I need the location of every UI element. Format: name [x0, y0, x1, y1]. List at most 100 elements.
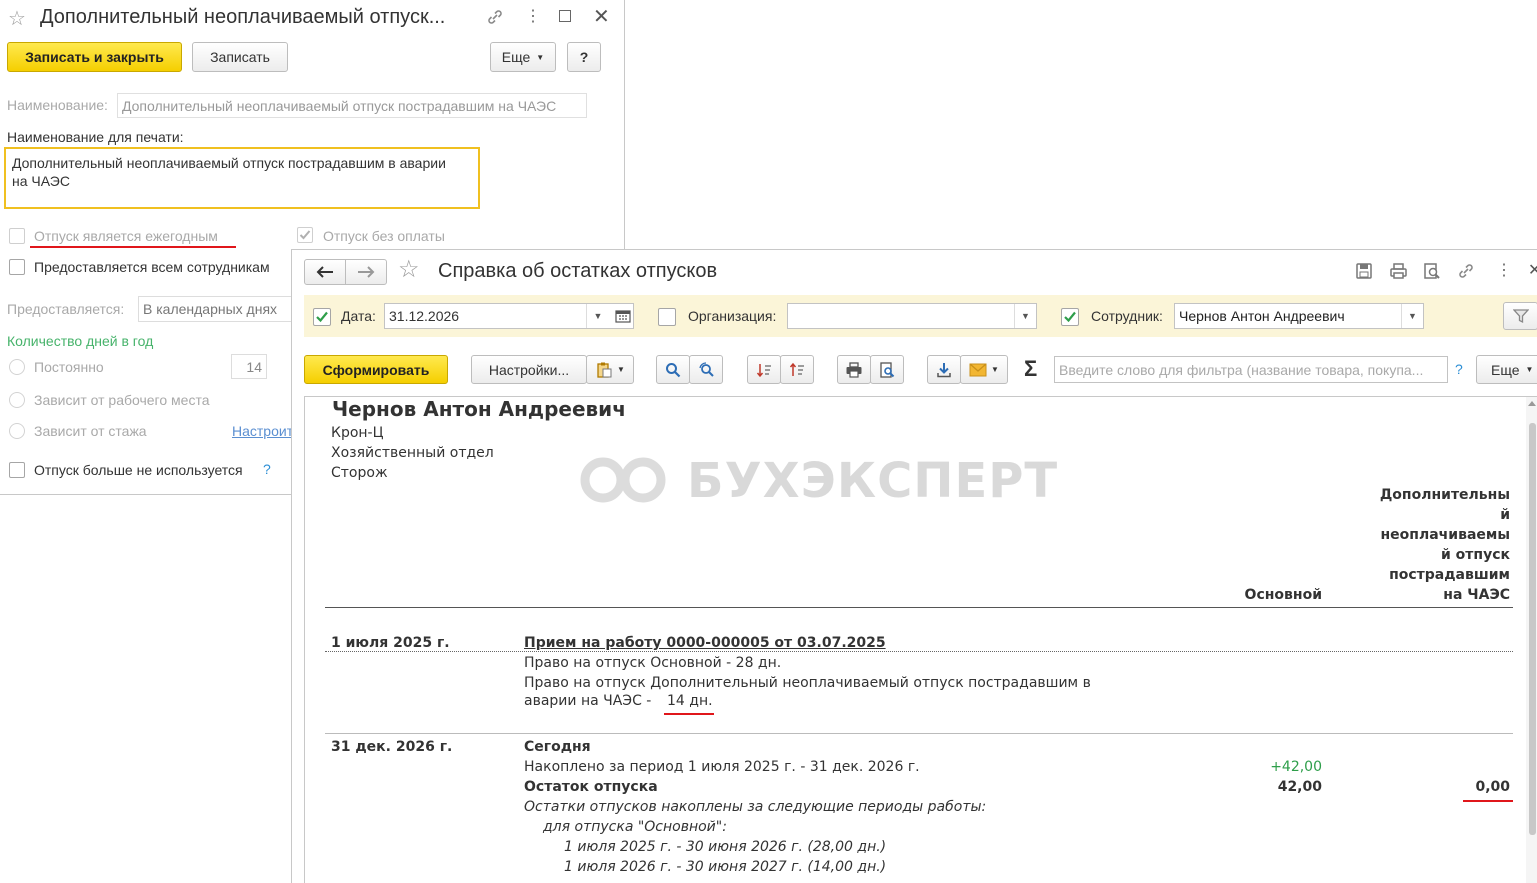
balance-extra-underline — [1463, 800, 1513, 802]
back-button[interactable] — [304, 259, 346, 285]
left-form-title: Дополнительный неоплачиваемый отпуск... — [40, 6, 446, 28]
annual-checkbox[interactable] — [9, 228, 25, 244]
report-more-vertical-icon[interactable]: ⋮ — [1496, 260, 1512, 280]
row2-balance-main: 42,00 — [1277, 779, 1322, 795]
report-position: Сторож — [331, 465, 388, 481]
sum-icon[interactable]: Σ — [1024, 356, 1037, 382]
more-button-label: Еще — [501, 49, 531, 65]
chevron-down-icon: ▼ — [617, 365, 625, 374]
variants-button[interactable]: ▼ — [586, 355, 634, 384]
arrow-left-icon — [316, 266, 333, 278]
col-header-extra-line: й отпуск — [1440, 547, 1510, 563]
check-icon — [299, 230, 311, 240]
employee-checkbox[interactable] — [1061, 308, 1079, 326]
preview-icon[interactable] — [1423, 262, 1441, 283]
name-label: Наименование: — [7, 97, 108, 113]
expand-groups-button[interactable] — [747, 355, 781, 384]
download-icon — [937, 362, 951, 377]
save-disk-icon[interactable] — [1355, 262, 1373, 283]
row2-for-main: для отпуска "Основной": — [543, 819, 727, 835]
print-name-line2: на ЧАЭС — [12, 173, 70, 189]
header-separator — [325, 607, 1513, 608]
generate-button[interactable]: Сформировать — [304, 355, 448, 384]
row2-note: Остатки отпусков накоплены за следующие … — [524, 799, 987, 815]
favorite-star-icon[interactable]: ☆ — [8, 6, 26, 31]
scrollbar-thumb[interactable] — [1529, 423, 1536, 835]
radio-workplace-label: Зависит от рабочего места — [34, 392, 210, 408]
print-icon[interactable] — [1389, 262, 1408, 283]
date-field[interactable]: 31.12.2026 ▼ — [384, 303, 634, 329]
save-button[interactable]: Записать — [192, 42, 288, 72]
row2-period2: 1 июля 2026 г. - 30 июня 2027 г. (14,00 … — [564, 859, 887, 875]
radio-constant[interactable] — [9, 359, 25, 375]
col-header-extra-line: Дополнительны — [1379, 487, 1510, 503]
name-field[interactable]: Дополнительный неоплачиваемый отпуск пос… — [117, 93, 587, 118]
date-value: 31.12.2026 — [389, 308, 460, 324]
print-name-textarea[interactable]: Дополнительный неоплачиваемый отпуск пос… — [4, 147, 480, 209]
unpaid-checkbox-label: Отпуск без оплаты — [323, 228, 445, 244]
forward-button[interactable] — [345, 259, 387, 285]
employee-label: Сотрудник: — [1091, 308, 1163, 324]
save-and-close-button[interactable]: Записать и закрыть — [7, 42, 182, 72]
report-scrollbar[interactable] — [1526, 397, 1537, 883]
days-field[interactable]: 14 — [231, 354, 267, 379]
date-dropdown-icon[interactable]: ▼ — [586, 304, 609, 328]
row2-balance: Остаток отпуска — [524, 779, 658, 795]
scrollbar-up-arrow[interactable] — [1528, 401, 1536, 406]
export-button[interactable] — [927, 355, 961, 384]
radio-seniority-label: Зависит от стажа — [34, 423, 147, 439]
find-button[interactable] — [656, 355, 690, 384]
left-form-bottom-border — [0, 494, 292, 495]
calendar-icon[interactable] — [615, 309, 631, 326]
row2-balance-extra: 0,00 — [1475, 779, 1510, 795]
maximize-icon[interactable] — [559, 10, 571, 22]
report-link-icon[interactable] — [1457, 262, 1475, 283]
radio-seniority[interactable] — [9, 423, 25, 439]
more-vertical-icon[interactable]: ⋮ — [525, 6, 541, 26]
org-dropdown-icon[interactable]: ▼ — [1014, 304, 1036, 328]
provided-label: Предоставляется: — [7, 301, 125, 317]
watermark-logo-icon — [580, 457, 666, 503]
report-close-icon[interactable]: ✕ — [1528, 260, 1537, 280]
left-form-right-border — [624, 0, 625, 250]
org-label: Организация: — [688, 308, 777, 324]
link-icon[interactable] — [486, 8, 504, 29]
watermark: БУХЭКСПЕРТ — [573, 453, 1058, 509]
more-button[interactable]: Еще ▼ — [490, 42, 556, 72]
report-more-button[interactable]: Еще ▼ — [1476, 355, 1537, 384]
annual-underline — [30, 246, 236, 248]
org-checkbox[interactable] — [658, 308, 676, 326]
employee-dropdown-icon[interactable]: ▼ — [1401, 304, 1423, 328]
unpaid-checkbox[interactable] — [297, 227, 313, 243]
envelope-icon — [969, 363, 987, 376]
close-icon[interactable]: ✕ — [593, 4, 610, 29]
collapse-groups-button[interactable] — [780, 355, 814, 384]
search-help-icon[interactable]: ? — [1455, 361, 1463, 377]
row2-period1: 1 июля 2025 г. - 30 июня 2026 г. (28,00 … — [564, 839, 887, 855]
row1-line3b: 14 дн. — [667, 693, 713, 709]
print-name-line1: Дополнительный неоплачиваемый отпуск пос… — [12, 155, 446, 171]
find-next-button[interactable] — [689, 355, 723, 384]
provided-field[interactable]: В календарных днях — [138, 296, 298, 322]
report-org: Крон-Ц — [331, 425, 384, 441]
clipboard-icon — [597, 362, 612, 378]
report-emp-name: Чернов Антон Андреевич — [332, 397, 626, 421]
settings-button[interactable]: Настройки... — [471, 355, 587, 384]
preview-report-button[interactable] — [870, 355, 904, 384]
report-favorite-star-icon[interactable]: ☆ — [398, 255, 420, 284]
radio-workplace[interactable] — [9, 392, 25, 408]
filter-settings-button[interactable] — [1503, 302, 1537, 330]
email-button[interactable]: ▼ — [960, 355, 1008, 384]
help-question-icon[interactable]: ? — [263, 461, 271, 477]
not-used-label: Отпуск больше не используется — [34, 462, 243, 478]
row1-doc-link[interactable]: Прием на работу 0000-000005 от 03.07.202… — [524, 635, 886, 651]
not-used-checkbox[interactable] — [9, 462, 25, 478]
chevron-down-icon: ▼ — [991, 365, 999, 374]
help-button[interactable]: ? — [567, 42, 601, 72]
org-field[interactable]: ▼ — [787, 303, 1037, 329]
search-input[interactable]: Введите слово для фильтра (название това… — [1054, 356, 1448, 383]
date-checkbox[interactable] — [313, 308, 331, 326]
all-employees-checkbox[interactable] — [9, 259, 25, 275]
print-report-button[interactable] — [837, 355, 871, 384]
employee-field[interactable]: Чернов Антон Андреевич ▼ — [1174, 303, 1424, 329]
